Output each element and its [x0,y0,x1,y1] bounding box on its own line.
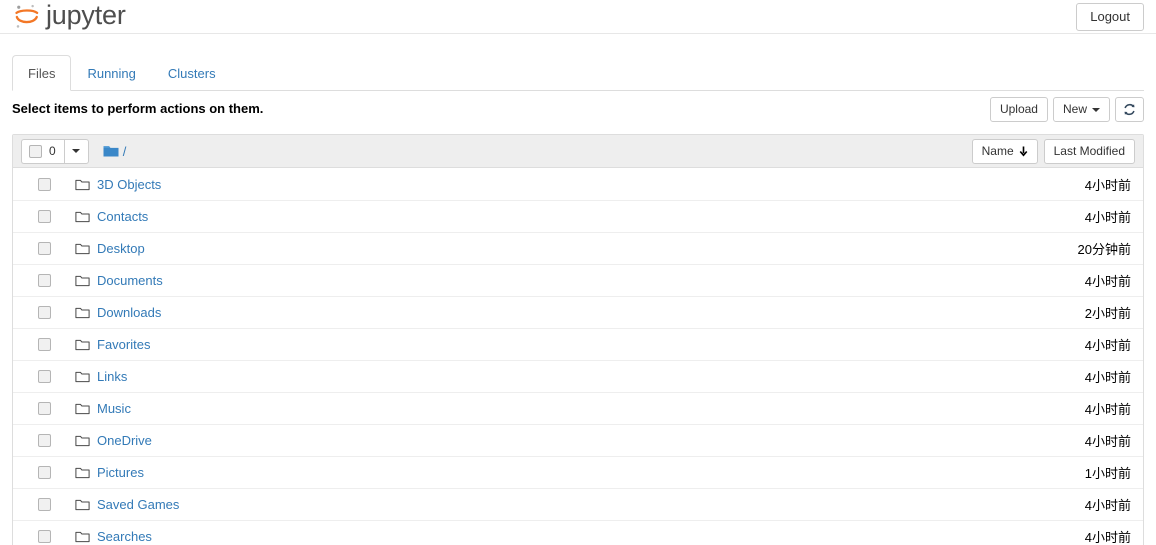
upload-button-label: Upload [999,102,1038,116]
folder-outline-icon [75,498,90,511]
folder-outline-icon [75,178,90,191]
arrow-down-icon [1019,146,1027,157]
table-row-11[interactable]: Searches 4小时前 [13,520,1143,545]
file-list-header: 0 / Name Last Modified [13,135,1143,168]
row-checkbox[interactable] [38,306,51,319]
last-modified-text: 20分钟前 [1077,242,1131,257]
breadcrumb-root-link[interactable]: / [123,144,127,159]
select-all-group: 0 [21,138,89,164]
last-modified-text: 4小时前 [1084,530,1131,545]
selection-hint-text: Select items to perform actions on them. [12,101,264,116]
chevron-down-icon [1092,107,1100,112]
row-checkbox[interactable] [38,177,51,191]
folder-name-link[interactable]: Desktop [97,241,145,256]
tab-running[interactable]: Running [71,55,151,91]
file-list: 0 / Name Last Modified 3D Objects 4小时前 C… [12,134,1144,545]
row-checkbox[interactable] [38,338,51,351]
select-all-button[interactable]: 0 [21,138,64,164]
jupyter-planet-logo-icon [15,4,39,28]
table-row-1[interactable]: Contacts 4小时前 [13,200,1143,232]
main-tabs: Files Running Clusters [12,55,1144,91]
sort-by-modified-button[interactable]: Last Modified [1043,139,1135,164]
folder-name-link[interactable]: 3D Objects [97,177,161,192]
folder-outline-icon [75,434,90,447]
action-toolbar: Select items to perform actions on them.… [12,91,1144,125]
folder-name-link[interactable]: Links [97,369,127,384]
folder-outline-icon [75,530,90,543]
folder-name-link[interactable]: Music [97,401,131,416]
last-modified-text: 4小时前 [1084,370,1131,385]
folder-filled-icon [103,146,119,157]
brand-label: jupyter [46,0,126,30]
folder-outline-icon [75,306,90,319]
last-modified-text: 4小时前 [1084,402,1131,417]
table-row-0[interactable]: 3D Objects 4小时前 [13,168,1143,200]
toolbar-buttons: Upload New [989,97,1144,122]
chevron-down-icon [72,149,81,153]
jupyter-brand[interactable]: jupyter [12,0,126,34]
file-rows-container: 3D Objects 4小时前 Contacts 4小时前 Desktop 20… [13,168,1143,545]
sort-controls: Name Last Modified [971,139,1135,164]
table-row-7[interactable]: Music 4小时前 [13,392,1143,424]
table-row-10[interactable]: Saved Games 4小时前 [13,488,1143,520]
select-menu-button[interactable] [63,138,89,164]
last-modified-text: 4小时前 [1084,434,1131,449]
folder-outline-icon [75,242,90,255]
folder-outline-icon [75,274,90,287]
table-row-8[interactable]: OneDrive 4小时前 [13,424,1143,456]
last-modified-text: 4小时前 [1084,498,1131,513]
new-dropdown-button[interactable]: New [1052,97,1110,122]
folder-name-link[interactable]: Saved Games [97,497,179,512]
last-modified-text: 2小时前 [1084,306,1131,321]
folder-outline-icon [75,210,90,223]
last-modified-text: 4小时前 [1084,177,1131,193]
row-checkbox[interactable] [38,402,51,415]
row-checkbox[interactable] [38,498,51,511]
table-row-9[interactable]: Pictures 1小时前 [13,456,1143,488]
checkbox-unchecked-icon[interactable] [29,144,42,158]
row-checkbox[interactable] [38,242,51,255]
folder-name-link[interactable]: Downloads [97,305,161,320]
selected-count: 0 [49,144,56,158]
folder-outline-icon [75,466,90,479]
row-checkbox[interactable] [38,370,51,383]
row-checkbox[interactable] [38,466,51,479]
new-button-label: New [1062,102,1087,116]
folder-name-link[interactable]: Searches [97,529,152,544]
table-row-4[interactable]: Downloads 2小时前 [13,296,1143,328]
refresh-button[interactable] [1115,97,1144,122]
upload-button[interactable]: Upload [989,97,1048,122]
breadcrumb[interactable]: / [103,144,127,159]
folder-outline-icon [75,338,90,351]
table-row-2[interactable]: Desktop 20分钟前 [13,232,1143,264]
last-modified-text: 4小时前 [1084,338,1131,353]
folder-outline-icon [75,402,90,415]
logout-button[interactable]: Logout [1076,3,1144,31]
sort-by-name-button[interactable]: Name [971,139,1038,164]
last-modified-text: 4小时前 [1084,210,1131,225]
page-header: jupyter Logout [0,0,1156,34]
folder-name-link[interactable]: Documents [97,273,163,288]
table-row-6[interactable]: Links 4小时前 [13,360,1143,392]
tab-files[interactable]: Files [12,55,72,91]
folder-name-link[interactable]: OneDrive [97,433,152,448]
row-checkbox[interactable] [38,530,51,543]
table-row-3[interactable]: Documents 4小时前 [13,264,1143,296]
refresh-icon [1124,103,1135,116]
row-checkbox[interactable] [38,434,51,447]
last-modified-text: 4小时前 [1084,274,1131,289]
folder-name-link[interactable]: Pictures [97,465,144,480]
row-checkbox[interactable] [38,274,51,287]
sort-modified-label: Last Modified [1053,144,1125,158]
folder-outline-icon [75,370,90,383]
folder-name-link[interactable]: Favorites [97,337,150,352]
last-modified-text: 1小时前 [1084,466,1131,481]
tab-clusters[interactable]: Clusters [152,55,232,91]
table-row-5[interactable]: Favorites 4小时前 [13,328,1143,360]
row-checkbox[interactable] [38,210,51,223]
folder-name-link[interactable]: Contacts [97,209,148,224]
sort-name-label: Name [981,144,1014,158]
